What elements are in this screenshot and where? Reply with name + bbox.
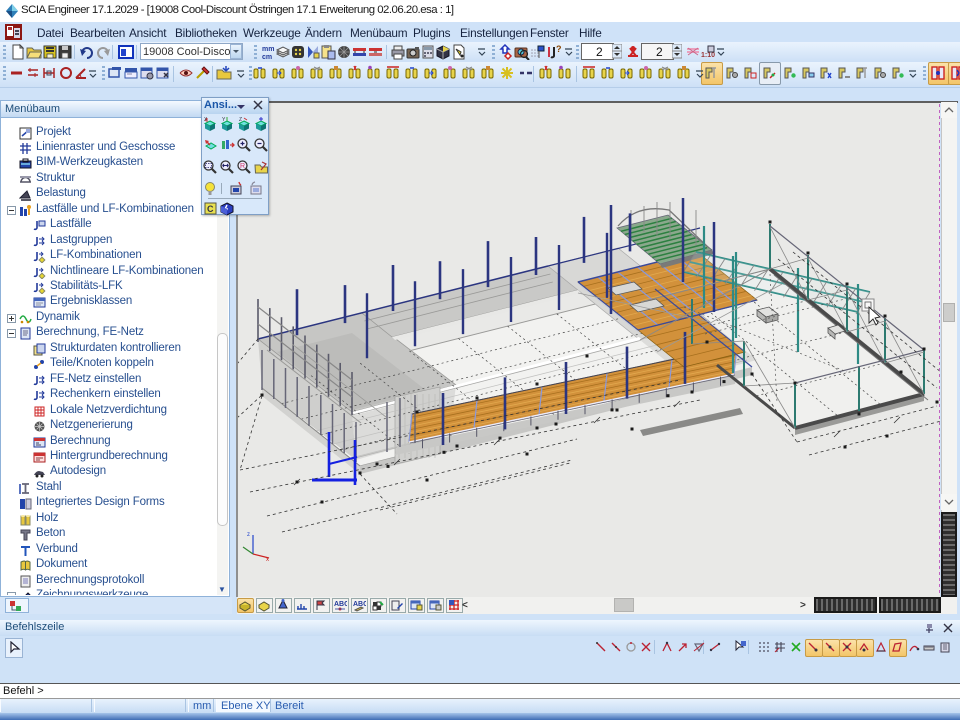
svg-text:1:10: 1:10	[701, 52, 715, 59]
svg-text:z: z	[247, 532, 250, 538]
svg-text:ABC: ABC	[334, 601, 347, 608]
svg-text:mm: mm	[262, 46, 274, 53]
svg-text:C: C	[207, 204, 214, 214]
svg-text:?: ?	[556, 44, 562, 54]
svg-text:cm: cm	[262, 54, 272, 60]
svg-text:Z: Z	[239, 117, 242, 123]
svg-text:x: x	[266, 557, 269, 563]
svg-text:ABC: ABC	[353, 601, 366, 608]
svg-text:R: R	[240, 163, 245, 170]
